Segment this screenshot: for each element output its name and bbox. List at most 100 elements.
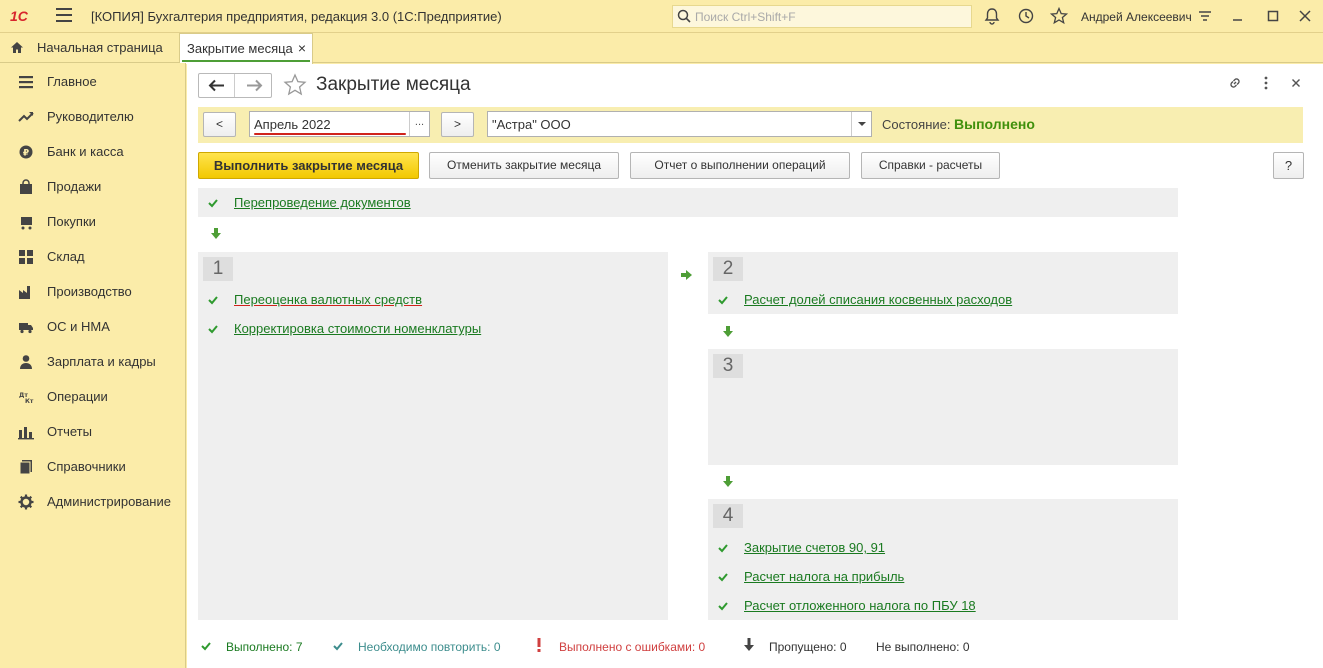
app-logo: 1С — [10, 8, 28, 24]
svg-text:Кт: Кт — [25, 398, 34, 405]
back-button[interactable] — [199, 74, 235, 97]
legend-done-count: 7 — [295, 640, 303, 654]
hamburger-menu-icon[interactable] — [56, 8, 72, 22]
cart-icon — [21, 217, 32, 230]
spellcheck-underline — [254, 133, 406, 135]
check-icon — [208, 325, 218, 334]
operation-link[interactable]: Расчет отложенного налога по ПБУ 18 — [744, 598, 976, 613]
close-form-icon[interactable] — [1288, 75, 1304, 91]
title-bar: 1С [КОПИЯ] Бухгалтерия предприятия, реда… — [0, 0, 1323, 33]
legend-notdone-label: Не выполнено: — [876, 640, 960, 654]
arrow-left-icon — [208, 79, 224, 92]
state-value: Выполнено — [954, 116, 1035, 132]
operations-report-button[interactable]: Отчет о выполнении операций — [630, 152, 850, 179]
global-search[interactable] — [672, 5, 972, 28]
sidebar-item-label: Банк и касса — [47, 144, 124, 159]
prev-period-button[interactable]: < — [203, 112, 236, 137]
tab-home[interactable]: Начальная страница — [10, 33, 175, 63]
arrow-down-icon — [744, 638, 754, 651]
maximize-icon[interactable] — [1264, 7, 1282, 25]
truck-icon — [19, 323, 33, 334]
check-icon — [201, 642, 211, 651]
arrow-right-icon — [247, 79, 263, 92]
sidebar-item-label: Зарплата и кадры — [47, 354, 156, 369]
settings-menu-icon[interactable] — [1196, 7, 1214, 25]
user-name[interactable]: Андрей Алексеевич — [1081, 10, 1192, 24]
tab-month-closing-label: Закрытие месяца — [187, 41, 293, 56]
block-number: 2 — [713, 257, 743, 281]
sidebar-item-label: Склад — [47, 249, 85, 264]
close-tab-icon[interactable]: × — [298, 34, 306, 63]
check-icon — [718, 544, 728, 553]
forward-button[interactable] — [236, 74, 272, 97]
operation-link[interactable]: Расчет долей списания косвенных расходов — [744, 292, 1012, 307]
state-label: Состояние: — [882, 117, 951, 132]
sidebar-item-sales[interactable]: Продажи — [0, 172, 185, 202]
period-field[interactable]: Апрель 2022 ... — [249, 111, 430, 137]
sidebar-item-purchases[interactable]: Покупки — [0, 207, 185, 237]
period-select-button[interactable]: ... — [409, 112, 429, 136]
arrow-down-icon — [211, 228, 221, 239]
legend-done-label: Выполнено: — [226, 640, 293, 654]
bell-icon[interactable] — [983, 7, 1001, 25]
search-input[interactable] — [695, 8, 965, 25]
check-icon — [718, 573, 728, 582]
block-number: 4 — [713, 504, 743, 528]
sidebar-item-operations[interactable]: Дт Кт Операции — [0, 382, 185, 412]
operation-row: Расчет отложенного налога по ПБУ 18 — [708, 598, 1178, 618]
home-icon — [11, 42, 23, 53]
history-icon[interactable] — [1017, 7, 1035, 25]
page-title: Закрытие месяца — [316, 74, 471, 95]
operation-link[interactable]: Закрытие счетов 90, 91 — [744, 540, 885, 555]
operation-link[interactable]: Перепроведение документов — [234, 195, 411, 210]
search-icon — [677, 9, 691, 23]
close-window-icon[interactable] — [1296, 7, 1314, 25]
sidebar-item-assets[interactable]: ОС и НМА — [0, 312, 185, 342]
operation-row: Закрытие счетов 90, 91 — [708, 540, 1178, 560]
operation-row: Расчет долей списания косвенных расходов — [708, 292, 1178, 312]
next-period-button[interactable]: > — [441, 112, 474, 137]
cancel-closing-button[interactable]: Отменить закрытие месяца — [429, 152, 619, 179]
sidebar-item-directories[interactable]: Справочники — [0, 452, 185, 482]
action-buttons: Выполнить закрытие месяца Отменить закры… — [198, 152, 1304, 179]
run-closing-button[interactable]: Выполнить закрытие месяца — [198, 152, 419, 179]
legend-skipped-label: Пропущено: — [769, 640, 837, 654]
sidebar-item-manager[interactable]: Руководителю — [0, 102, 185, 132]
organization-value: "Астра" ООО — [492, 117, 571, 132]
sidebar-item-production[interactable]: Производство — [0, 277, 185, 307]
help-button[interactable]: ? — [1273, 152, 1304, 179]
operation-link[interactable]: Переоценка валютных средств — [234, 292, 422, 307]
organization-field[interactable]: "Астра" ООО — [487, 111, 872, 137]
operation-row: Перепроведение документов — [198, 195, 1178, 215]
sidebar-item-admin[interactable]: Администрирование — [0, 487, 185, 517]
operation-row: Переоценка валютных средств — [198, 292, 668, 312]
person-icon — [20, 355, 32, 369]
legend-notdone-count: 0 — [962, 640, 970, 654]
sidebar-item-warehouse[interactable]: Склад — [0, 242, 185, 272]
operation-row: Расчет налога на прибыль — [708, 569, 1178, 589]
chevron-down-icon[interactable] — [851, 112, 871, 136]
references-button[interactable]: Справки - расчеты — [861, 152, 1000, 179]
sidebar-item-main[interactable]: Главное — [0, 67, 185, 97]
sidebar-item-label: Администрирование — [47, 494, 171, 509]
check-icon — [718, 296, 728, 305]
gear-icon — [18, 494, 34, 510]
sidebar-item-bank[interactable]: ₽ Банк и касса — [0, 137, 185, 167]
arrow-down-icon — [723, 326, 733, 337]
more-options-icon[interactable] — [1258, 75, 1274, 91]
favorite-star-icon[interactable] — [283, 73, 307, 97]
operation-link[interactable]: Корректировка стоимости номенклатуры — [234, 321, 481, 336]
block-number: 1 — [203, 257, 233, 281]
sidebar-item-reports[interactable]: Отчеты — [0, 417, 185, 447]
operations-block-1: 1 Переоценка валютных средств Корректиро… — [198, 252, 668, 620]
legend-errors-label: Выполнено с ошибками: — [559, 640, 696, 654]
arrow-down-icon — [723, 476, 733, 487]
operation-link[interactable]: Расчет налога на прибыль — [744, 569, 904, 584]
sidebar-item-label: Главное — [47, 74, 97, 89]
star-outline-icon[interactable] — [1050, 7, 1068, 25]
minimize-icon[interactable] — [1229, 7, 1247, 25]
sidebar-item-salary[interactable]: Зарплата и кадры — [0, 347, 185, 377]
ruble-coin-icon: ₽ — [19, 145, 33, 159]
link-icon[interactable] — [1227, 75, 1243, 91]
tab-month-closing[interactable]: Закрытие месяца × — [179, 33, 313, 64]
